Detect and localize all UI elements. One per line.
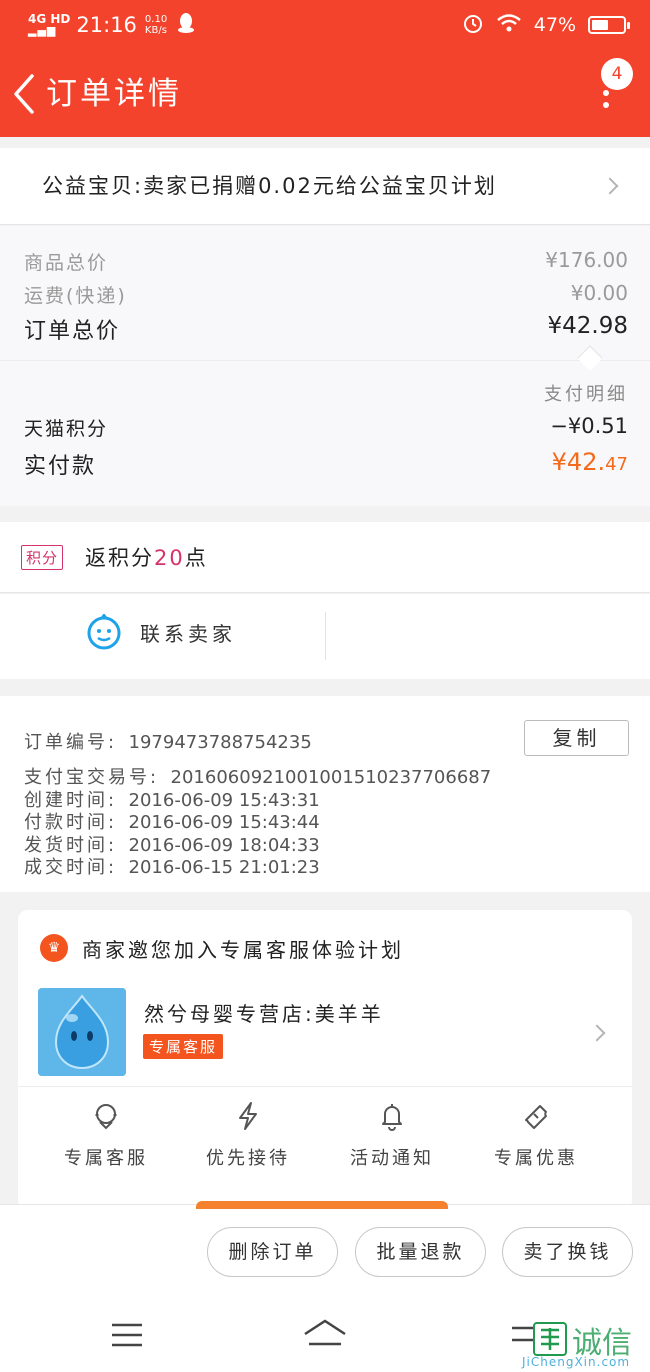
divider — [18, 1086, 632, 1087]
net-speed-unit: KB/s — [144, 25, 167, 36]
feature-notification[interactable]: 活动通知 — [332, 1100, 452, 1170]
vip-title: 商家邀您加入专属客服体验计划 — [82, 938, 404, 962]
more-menu-icon[interactable] — [603, 90, 611, 120]
paid-time-label: 付款时间: — [24, 812, 118, 833]
chevron-right-icon — [601, 177, 619, 195]
vip-tag: 专属客服 — [143, 1034, 224, 1059]
ticket-icon — [525, 1105, 547, 1129]
status-bar: 4G HD ▂▄▆ 21:16 0.10 KB/s 47% — [0, 0, 650, 50]
goods-total-value: ¥176.00 — [545, 248, 628, 272]
alipay-label: 支付宝交易号: — [24, 767, 160, 788]
points-row: 积分 返积分20点 — [0, 522, 650, 593]
paid-value-main: ¥42. — [551, 448, 606, 476]
batch-refund-button[interactable]: 批量退款 — [355, 1227, 486, 1277]
alarm-icon — [462, 12, 484, 39]
points-suffix: 点 — [184, 546, 208, 570]
message-badge[interactable]: 4 — [601, 58, 633, 90]
shop-name: 然兮母婴专营店:美羊羊 — [144, 1002, 384, 1026]
feature-priority[interactable]: 优先接待 — [188, 1100, 308, 1170]
bottom-action-bar: 删除订单 批量退款 卖了换钱 — [0, 1201, 650, 1300]
order-total-label: 订单总价 — [24, 319, 121, 344]
points-tag: 积分 — [21, 545, 64, 570]
feature-discount[interactable]: 专属优惠 — [476, 1100, 596, 1170]
feature-label: 专属客服 — [64, 1148, 148, 1169]
completed-label: 成交时间: — [24, 857, 118, 878]
feature-label: 活动通知 — [350, 1148, 434, 1169]
watermark-sub: JiChengXin.com — [522, 1355, 631, 1369]
lightning-icon — [239, 1102, 257, 1130]
points-text: 返积分20点 — [85, 542, 208, 572]
resell-button[interactable]: 卖了换钱 — [502, 1227, 633, 1277]
battery-icon — [588, 16, 630, 34]
order-number: 1979473788754235 — [128, 732, 312, 753]
paid-value-cents: 47 — [605, 454, 628, 475]
copy-button[interactable]: 复制 — [524, 720, 629, 756]
shipping-label: 运费(快递) — [24, 285, 127, 307]
back-arrow-icon[interactable] — [10, 72, 40, 116]
clock: 21:16 — [76, 13, 137, 37]
order-number-label: 订单编号: — [24, 732, 118, 753]
qq-icon — [177, 12, 195, 39]
network-indicator: 4G HD ▂▄▆ — [28, 13, 70, 37]
contact-row: 联系卖家 — [0, 594, 650, 679]
charity-text: 公益宝贝:卖家已捐赠0.02元给公益宝贝计划 — [42, 174, 497, 198]
charity-row[interactable]: 公益宝贝:卖家已捐赠0.02元给公益宝贝计划 — [0, 148, 650, 225]
feature-label: 专属优惠 — [494, 1148, 578, 1169]
alipay-number: 2016060921001001510237706687 — [170, 767, 492, 788]
chevron-right-icon[interactable] — [588, 1024, 606, 1042]
feature-exclusive-service[interactable]: 专属客服 — [46, 1100, 166, 1170]
vip-service-card: ♛ 商家邀您加入专属客服体验计划 然兮母婴专营店:美羊羊 专属客服 专属客服 优… — [18, 910, 632, 1210]
paid-time: 2016-06-09 15:43:44 — [128, 812, 320, 833]
battery-percent: 47% — [533, 14, 576, 36]
bell-icon — [382, 1104, 402, 1131]
delete-order-button[interactable]: 删除订单 — [207, 1227, 338, 1277]
completed-time: 2016-06-15 21:01:23 — [128, 857, 320, 878]
crown-icon: ♛ — [40, 934, 68, 962]
divider — [0, 360, 650, 361]
contact-seller-button[interactable]: 联系卖家 — [140, 618, 236, 647]
price-summary: 商品总价 ¥176.00 运费(快递) ¥0.00 订单总价 ¥42.98 支付… — [0, 226, 650, 506]
order-number-row: 订单编号: 1979473788754235 — [24, 728, 312, 754]
feature-label: 优先接待 — [206, 1148, 290, 1169]
shipping-value: ¥0.00 — [570, 281, 628, 305]
tmall-points-value: −¥0.51 — [550, 414, 628, 438]
hidden-button-edge — [196, 1201, 448, 1209]
net-speed-value: 0.10 — [144, 14, 168, 25]
order-total-value: ¥42.98 — [547, 313, 628, 339]
divider — [325, 612, 326, 660]
app-header: 订单详情 4 — [0, 50, 650, 137]
tmall-points-label: 天猫积分 — [24, 418, 109, 440]
page-title: 订单详情 — [46, 76, 182, 112]
home-icon[interactable] — [303, 1318, 347, 1354]
net-speed: 0.10 KB/s — [145, 14, 167, 36]
headset-icon — [95, 1104, 117, 1130]
goods-total-label: 商品总价 — [24, 252, 109, 274]
caret-up-icon — [577, 345, 603, 371]
points-amount: 20 — [154, 546, 185, 570]
paid-value: ¥42.47 — [552, 448, 628, 480]
wifi-icon — [496, 13, 522, 38]
chat-bubble-icon[interactable] — [86, 612, 122, 650]
paid-label: 实付款 — [24, 454, 97, 479]
shop-logo — [38, 988, 126, 1076]
order-info: 订单编号: 1979473788754235 复制 支付宝交易号: 201606… — [0, 696, 650, 892]
completed-row: 成交时间: 2016-06-15 21:01:23 — [24, 853, 320, 879]
menu-icon[interactable] — [112, 1322, 142, 1352]
pay-detail-link[interactable]: 支付明细 — [544, 380, 628, 406]
signal-icon: ▂▄▆ — [28, 24, 57, 37]
points-prefix: 返积分 — [85, 546, 154, 570]
